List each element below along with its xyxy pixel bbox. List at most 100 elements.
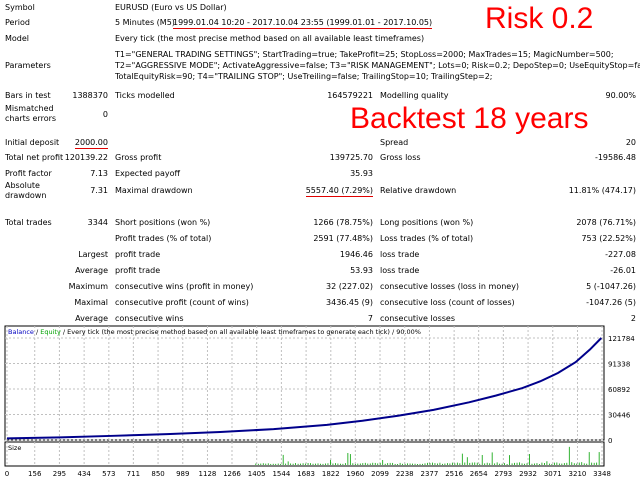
x-tick-label: 2377 — [421, 470, 439, 478]
gross-profit-value: 139725.70 — [329, 153, 373, 162]
legend-balance: Balance — [8, 328, 34, 336]
row-label-1: Maximal — [74, 298, 108, 307]
row-label-1: Average — [75, 266, 108, 275]
mismatch-label: charts errors — [5, 114, 57, 123]
rel-drawdown-label: Relative drawdown — [380, 186, 457, 195]
row-value-2: 53.93 — [350, 266, 373, 275]
row-label-3: loss trade — [380, 266, 420, 275]
parameters-line: T2="AGGRESSIVE MODE"; ActivateAggressive… — [115, 61, 640, 70]
expected-payoff-label: Expected payoff — [115, 169, 180, 178]
symbol-value: EURUSD (Euro vs US Dollar) — [115, 3, 227, 12]
x-tick-label: 1822 — [322, 470, 340, 478]
x-tick-label: 573 — [102, 470, 115, 478]
abs-drawdown-label: drawdown — [5, 191, 47, 200]
gross-profit-label: Gross profit — [115, 153, 162, 162]
row-value-2: 3436.45 (9) — [326, 298, 373, 307]
row-label-2: consecutive profit (count of wins) — [115, 298, 249, 307]
expected-payoff-value: 35.93 — [350, 169, 373, 178]
y-tick-label: 121784 — [608, 335, 635, 343]
bars-value: 1388370 — [72, 91, 108, 100]
mismatch-value: 0 — [102, 110, 108, 119]
y-tick-label: 91338 — [608, 361, 630, 369]
gross-loss-value: -19586.48 — [594, 153, 636, 162]
x-tick-label: 1266 — [223, 470, 241, 478]
symbol-label: Symbol — [5, 3, 35, 12]
row-label-3: consecutive loss (count of losses) — [380, 298, 515, 307]
quality-value: 90.00% — [605, 91, 636, 100]
legend-equity: Equity — [40, 328, 61, 336]
y-tick-label: 30446 — [608, 412, 631, 420]
spread-label: Spread — [380, 138, 409, 147]
row-value-2: 2591 (77.48%) — [313, 234, 373, 243]
total-trades-value: 3344 — [87, 218, 108, 227]
row-label-1: Average — [75, 314, 108, 323]
row-label-1: Largest — [78, 250, 108, 259]
legend-description: / Every tick (the most precise method ba… — [61, 328, 421, 336]
x-tick-label: 2793 — [494, 470, 512, 478]
x-tick-label: 1683 — [297, 470, 315, 478]
x-tick-label: 0 — [5, 470, 9, 478]
size-label: Size — [8, 444, 21, 452]
x-tick-label: 2099 — [371, 470, 389, 478]
row-value-2: 1266 (78.75%) — [313, 218, 373, 227]
row-label-1: Maximum — [68, 282, 108, 291]
size-plot-frame — [4, 441, 605, 467]
row-label-2: consecutive wins (profit in money) — [115, 282, 254, 291]
max-drawdown-label: Maximal drawdown — [115, 186, 193, 195]
row-value-3: 2 — [630, 314, 636, 323]
row-label-2: profit trade — [115, 266, 161, 275]
x-tick-label: 156 — [28, 470, 42, 478]
x-tick-label: 850 — [151, 470, 164, 478]
x-tick-label: 2654 — [470, 470, 488, 478]
x-tick-label: 434 — [77, 470, 91, 478]
x-tick-label: 1544 — [272, 470, 290, 478]
period-prefix: 5 Minutes (M5) — [115, 18, 175, 27]
mismatch-label: Mismatched — [5, 104, 54, 113]
deposit-value: 2000.00 — [74, 138, 108, 149]
x-tick-label: 1128 — [199, 470, 217, 478]
x-tick-label: 3071 — [544, 470, 562, 478]
balance-chart: 0 156 295 434 573 711 850 989 1128 1266 1405 1544 16… — [4, 325, 635, 478]
parameters-line: T1="GENERAL TRADING SETTINGS"; StartTrad… — [115, 50, 614, 59]
bars-label: Bars in test — [5, 91, 51, 100]
model-value: Every tick (the most precise method base… — [115, 34, 425, 43]
period-range: 1999.01.04 10:20 - 2017.10.04 23:55 (199… — [173, 18, 433, 29]
row-value-3: 5 (-1047.26) — [586, 282, 636, 291]
x-tick-label: 1405 — [248, 470, 266, 478]
x-tick-label: 1960 — [346, 470, 364, 478]
row-label-3: Loss trades (% of total) — [380, 234, 474, 243]
risk-overlay: Risk 0.2 — [485, 2, 594, 35]
x-tick-label: 3210 — [569, 470, 587, 478]
row-value-3: 2078 (76.71%) — [576, 218, 636, 227]
net-profit-value: 120139.22 — [64, 153, 108, 162]
x-tick-label: 989 — [176, 470, 189, 478]
quality-label: Modelling quality — [380, 91, 449, 100]
parameters-label: Parameters — [5, 61, 51, 70]
rel-drawdown-value: 11.81% (474.17) — [568, 186, 636, 195]
total-trades-label: Total trades — [5, 218, 52, 227]
chart-legend: Balance / Equity / Every tick (the most … — [8, 328, 421, 336]
row-label-3: Long positions (won %) — [380, 218, 474, 227]
row-value-3: -227.08 — [605, 250, 636, 259]
gross-loss-label: Gross loss — [380, 153, 421, 162]
row-label-3: loss trade — [380, 250, 420, 259]
y-tick-label: 60892 — [608, 386, 630, 394]
abs-drawdown-label: Absolute — [5, 181, 40, 190]
row-value-2: 7 — [367, 314, 373, 323]
ticks-label: Ticks modelled — [115, 91, 175, 100]
row-label-3: consecutive losses (loss in money) — [380, 282, 520, 291]
row-value-2: 32 (227.02) — [326, 282, 373, 291]
net-profit-label: Total net profit — [5, 153, 64, 162]
main-plot-frame — [4, 325, 605, 441]
deposit-label: Initial deposit — [5, 138, 60, 147]
row-label-2: consecutive wins — [115, 314, 184, 323]
y-tick-label: 0 — [608, 437, 612, 445]
x-tick-label: 295 — [53, 470, 66, 478]
x-tick-label: 2516 — [445, 470, 463, 478]
ticks-value: 164579221 — [327, 91, 373, 100]
row-label-2: profit trade — [115, 250, 161, 259]
row-value-3: -26.01 — [610, 266, 636, 275]
max-drawdown-value: 5557.40 (7.29%) — [305, 186, 373, 197]
profit-factor-label: Profit factor — [5, 169, 52, 178]
period-label: Period — [5, 18, 30, 27]
